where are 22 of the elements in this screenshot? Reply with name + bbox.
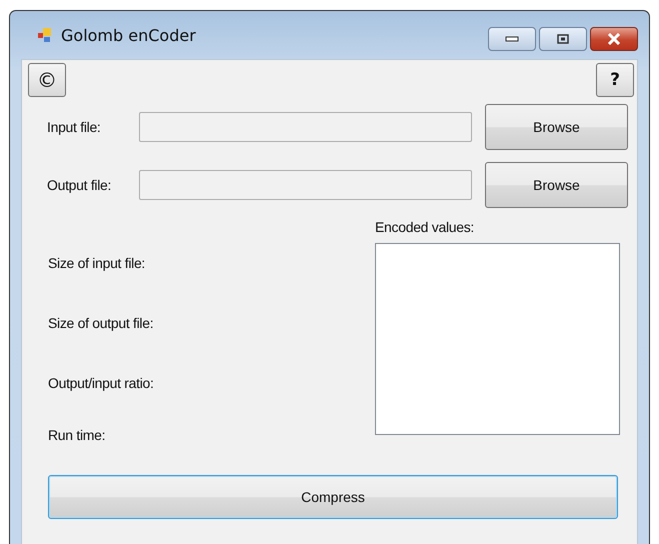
browse-button[interactable]: Browse <box>485 162 628 208</box>
file-label: Output file: <box>46 177 112 193</box>
file-path-field[interactable] <box>139 112 472 142</box>
copyright-button[interactable]: © <box>28 63 66 97</box>
stat-label: Size of output file: <box>48 315 154 333</box>
minimize-icon <box>505 36 519 42</box>
encoded-values-label: Encoded values: <box>375 219 476 235</box>
stat-label: Run time: <box>48 427 106 443</box>
browse-button[interactable]: Browse <box>485 104 628 150</box>
file-label: Input file: <box>46 119 102 135</box>
maximize-button[interactable] <box>539 27 587 51</box>
stat-label: Output/input ratio: <box>48 375 154 393</box>
maximize-icon <box>557 34 569 44</box>
file-path-field[interactable] <box>139 170 472 200</box>
close-button[interactable] <box>590 27 638 51</box>
app-icon <box>37 27 53 43</box>
help-button[interactable]: ? <box>596 63 634 97</box>
window-title: Golomb enCoder <box>61 26 196 44</box>
compress-button[interactable]: Compress <box>48 475 618 519</box>
close-icon <box>607 33 621 45</box>
stat-label: Size of input file: <box>48 255 146 273</box>
minimize-button[interactable] <box>488 27 536 51</box>
